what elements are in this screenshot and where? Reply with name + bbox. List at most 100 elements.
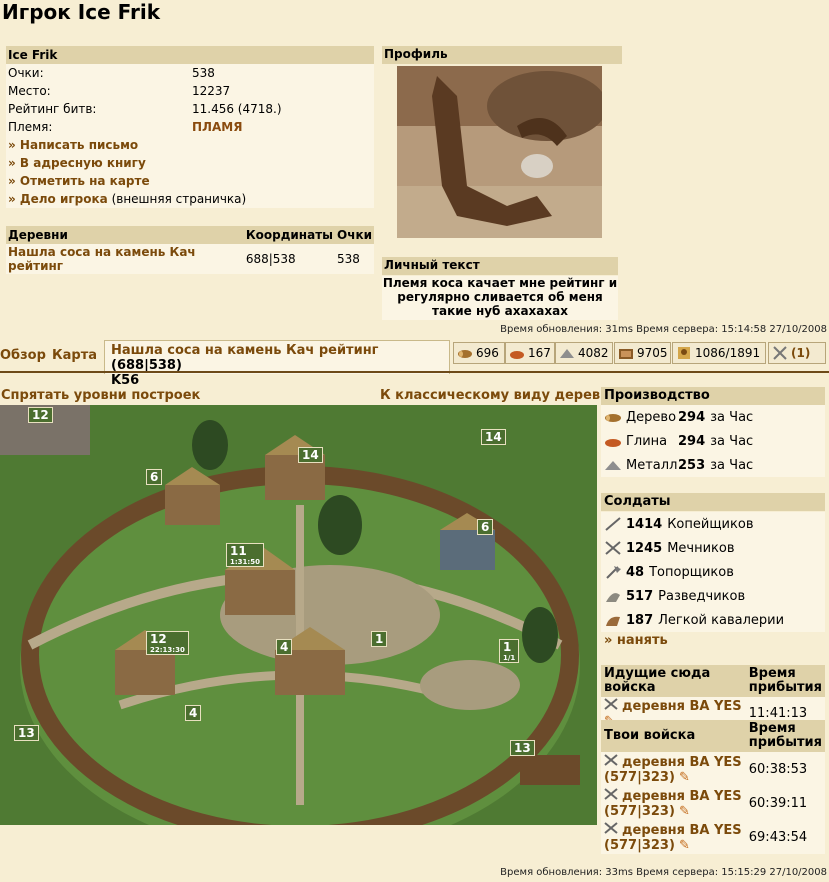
wood-stock: 696 [453, 342, 505, 364]
storage-icon [618, 346, 634, 360]
production-row-clay: Глина 294 за Час [601, 429, 825, 453]
building-level-badge[interactable]: 1 [371, 631, 388, 647]
wood-icon [457, 346, 473, 360]
navbar-divider [0, 371, 829, 373]
building-level-badge[interactable]: 13 [510, 740, 535, 756]
player-name: Ice Frik [6, 46, 374, 64]
building-level-badge[interactable]: 6 [146, 469, 163, 485]
iron-stock: 4082 [555, 342, 613, 364]
own-troops-coords[interactable]: (577|323) [604, 770, 675, 785]
unit-row-light: 187 Легкой кавалерии [601, 608, 825, 632]
unit-count: 517 [626, 588, 654, 604]
arrival-time-header: Время прибытия [745, 720, 825, 752]
page-title: Игрок Ice Frik [2, 0, 161, 24]
unit-name: Копейщиков [667, 516, 754, 532]
farm-amount: 1086/1891 [695, 346, 761, 360]
tab-overview[interactable]: Обзор [0, 348, 46, 363]
edit-icon[interactable]: ✎ [679, 838, 690, 853]
wood-icon [604, 410, 622, 424]
unit-name: Топорщиков [649, 564, 734, 580]
hire-link[interactable]: » нанять [604, 633, 668, 648]
attacks-indicator[interactable]: (1) [768, 342, 826, 364]
upgrade-timer: 22:13:30 [150, 646, 185, 654]
player-file-link[interactable]: » Дело игрока [8, 192, 108, 206]
arrival-time: 60:38:53 [745, 752, 825, 786]
hide-levels-link[interactable]: Спрятать уровни построек [1, 388, 200, 403]
incoming-village-link[interactable]: деревня BA YES [622, 699, 742, 714]
village-link[interactable]: Нашла coca на камень Кач рейтинг [8, 245, 196, 273]
player-info-table: Ice Frik Очки: 538 Место: 12237 Рейтинг би… [6, 46, 374, 208]
building-level-badge[interactable]: 13 [14, 725, 39, 741]
troops-icon [604, 698, 618, 712]
clay-stock: 167 [505, 342, 555, 364]
building-level-badge[interactable]: 14 [298, 447, 323, 463]
production-value: 253 [678, 457, 706, 473]
building-level-badge[interactable]: 14 [481, 429, 506, 445]
own-troops-coords[interactable]: (577|323) [604, 804, 675, 819]
tribe-link[interactable]: ПЛАМЯ [192, 120, 242, 134]
table-row: деревня BA YES (577|323) ✎ 60:38:53 [601, 752, 825, 786]
production-resource-name: Металл [626, 457, 678, 473]
attacks-count: (1) [791, 346, 811, 360]
soldiers-header: Солдаты [601, 493, 825, 511]
points-label: Очки: [6, 64, 190, 82]
mark-on-map-link[interactable]: » Отметить на карте [8, 174, 150, 188]
points-col-header: Очки [335, 226, 374, 244]
incoming-header: Идущие сюда войска [601, 665, 746, 697]
iron-icon [604, 458, 622, 472]
coords-col-header: Координаты [243, 226, 335, 244]
unit-row-spy: 517 Разведчиков [601, 584, 825, 608]
edit-icon[interactable]: ✎ [679, 804, 690, 819]
battle-rating-label: Рейтинг битв: [6, 100, 190, 118]
server-time-bottom: Время обновления: 33ms Время сервера: 15… [500, 867, 827, 878]
unit-count: 48 [626, 564, 645, 580]
building-level-badge[interactable]: 11 1:31:50 [226, 543, 264, 567]
write-message-link[interactable]: » Написать письмо [8, 138, 138, 152]
arrival-time: 69:43:54 [745, 820, 825, 854]
tab-map[interactable]: Карта [52, 348, 97, 363]
rank-value: 12237 [190, 82, 374, 100]
rank-label: Место: [6, 82, 190, 100]
tribe-label: Племя: [6, 118, 190, 136]
current-village-continent: K56 [111, 373, 140, 388]
personal-text-header: Личный текст [382, 257, 618, 275]
villages-table: Деревни Координаты Очки Нашла coca на ка… [6, 226, 374, 274]
scout-icon [604, 589, 622, 603]
storage-capacity: 9705 [614, 342, 671, 364]
profile-picture [397, 66, 602, 238]
building-level-badge[interactable]: 12 22:13:30 [146, 631, 189, 655]
building-level: 1 [503, 640, 512, 654]
current-village-link[interactable]: Нашла coca на камень Кач рейтинг [111, 343, 378, 358]
own-troops-village-link[interactable]: деревня BA YES [622, 823, 742, 838]
building-level-badge[interactable]: 1 1/1 [499, 639, 520, 663]
production-header: Производство [601, 387, 825, 405]
add-to-addressbook-link[interactable]: » В адресную книгу [8, 156, 146, 170]
building-level-badge[interactable]: 6 [477, 519, 494, 535]
production-unit: за Час [710, 409, 754, 425]
unit-row-spear: 1414 Копейщиков [601, 512, 825, 536]
unit-count: 1245 [626, 540, 663, 556]
village-map[interactable]: 12 14 6 14 6 11 1:31:50 12 22:13:30 4 1 11… [0, 405, 597, 825]
own-troops-village-link[interactable]: деревня BA YES [622, 789, 742, 804]
crossed-swords-icon [772, 346, 788, 360]
table-row: Нашла coca на камень Кач рейтинг 688|538… [6, 244, 374, 274]
own-troops-coords[interactable]: (577|323) [604, 838, 675, 853]
farm-icon [676, 346, 692, 360]
building-level-badge[interactable]: 12 [28, 407, 53, 423]
building-level-badge[interactable]: 4 [276, 639, 293, 655]
building-level-badge[interactable]: 4 [185, 705, 202, 721]
unit-count: 187 [626, 612, 654, 628]
classic-view-link[interactable]: К классическому виду деревни [380, 388, 618, 403]
spear-icon [604, 517, 622, 531]
troops-icon [604, 753, 618, 768]
production-resource-name: Дерево [626, 409, 677, 425]
points-value: 538 [190, 64, 374, 82]
iron-amount: 4082 [578, 346, 609, 360]
production-value: 294 [678, 409, 706, 425]
farm-capacity: 1086/1891 [672, 342, 766, 364]
edit-icon[interactable]: ✎ [679, 770, 690, 785]
clay-icon [509, 346, 525, 360]
troops-icon [604, 787, 618, 802]
own-troops-village-link[interactable]: деревня BA YES [622, 755, 742, 770]
building-level: 11 [230, 544, 247, 558]
